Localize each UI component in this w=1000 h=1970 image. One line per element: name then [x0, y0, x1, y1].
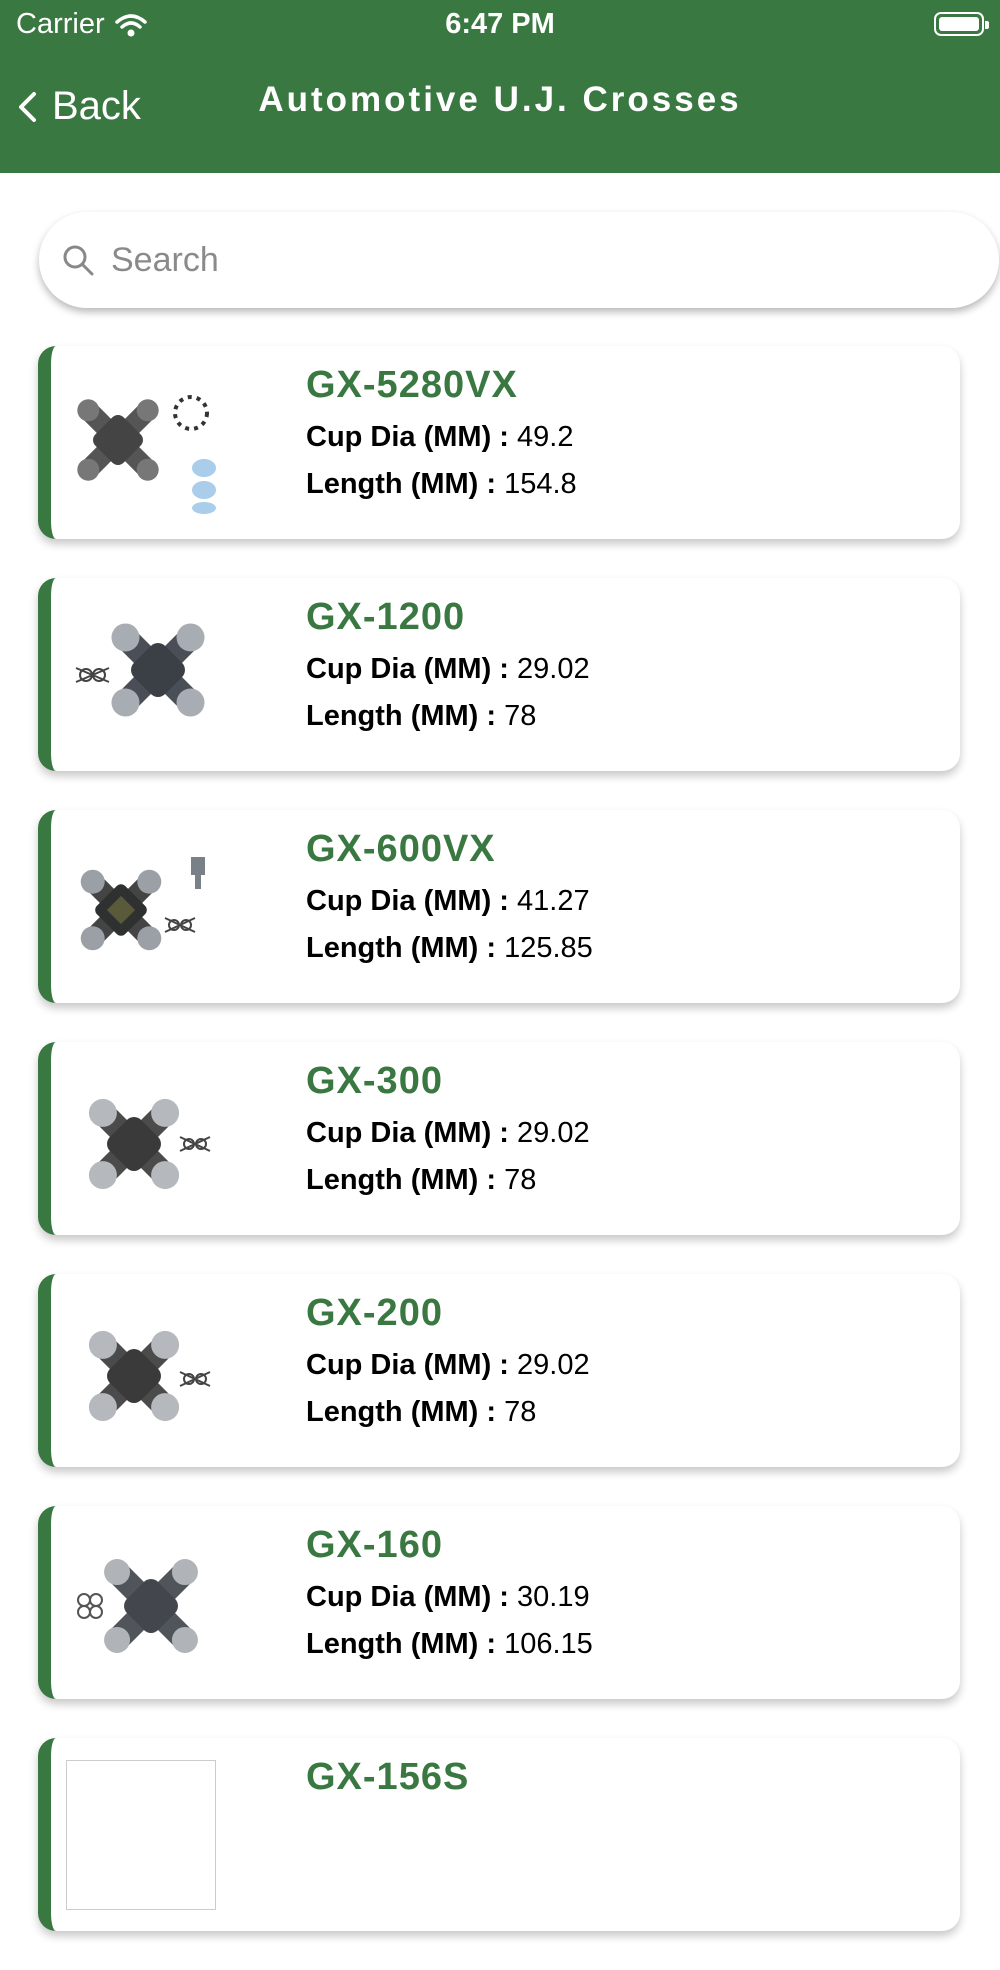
product-code: GX-200: [306, 1292, 443, 1334]
length-row: Length (MM) : 154.8: [306, 468, 577, 501]
cup-dia-label: Cup Dia (MM) :: [306, 1349, 509, 1381]
cup-dia-value: 30.19: [517, 1581, 590, 1613]
cup-dia-value: 29.02: [517, 1349, 590, 1381]
product-image: [66, 1760, 216, 1910]
product-code: GX-1200: [306, 596, 466, 638]
search-icon: [63, 245, 94, 276]
product-code: GX-160: [306, 1524, 443, 1566]
product-code: GX-600VX: [306, 828, 496, 870]
battery-icon: [934, 12, 989, 36]
cup-dia-row: Cup Dia (MM) : 41.27: [306, 885, 593, 918]
length-row: Length (MM) : 125.85: [306, 932, 593, 965]
cup-dia-value: 29.02: [517, 653, 590, 685]
cup-dia-row: Cup Dia (MM) : 29.02: [306, 653, 590, 686]
product-card[interactable]: GX-5280VX Cup Dia (MM) : 49.2 Length (MM…: [38, 346, 960, 539]
product-image: [77, 1559, 198, 1653]
nav-header: Carrier 6:47 PM Back Automotive U.J. Cro…: [0, 0, 1000, 173]
cup-dia-row: Cup Dia (MM) : 29.02: [306, 1349, 590, 1382]
length-value: 106.15: [504, 1628, 593, 1660]
search-input[interactable]: [109, 239, 913, 281]
length-row: Length (MM) : 78: [306, 1164, 590, 1197]
length-row: Length (MM) : 78: [306, 1396, 590, 1429]
length-label: Length (MM) :: [306, 1164, 497, 1196]
length-value: 78: [504, 1396, 537, 1428]
product-image: [75, 623, 205, 717]
product-card[interactable]: GX-200 Cup Dia (MM) : 29.02 Length (MM) …: [38, 1274, 960, 1467]
product-image: [77, 395, 216, 514]
page-title: Automotive U.J. Crosses: [258, 80, 742, 119]
length-value: 154.8: [504, 468, 577, 500]
cup-dia-row: Cup Dia (MM) : 29.02: [306, 1117, 590, 1150]
cup-dia-row: Cup Dia (MM) : 30.19: [306, 1581, 593, 1614]
cup-dia-row: Cup Dia (MM) : 49.2: [306, 421, 577, 454]
product-card[interactable]: GX-1200 Cup Dia (MM) : 29.02 Length (MM)…: [38, 578, 960, 771]
length-row: Length (MM) : 78: [306, 700, 590, 733]
product-code: GX-300: [306, 1060, 443, 1102]
status-time: 6:47 PM: [445, 8, 555, 40]
length-label: Length (MM) :: [306, 700, 497, 732]
product-card[interactable]: GX-160 Cup Dia (MM) : 30.19 Length (MM) …: [38, 1506, 960, 1699]
length-value: 78: [504, 700, 537, 732]
length-label: Length (MM) :: [306, 932, 497, 964]
cup-dia-label: Cup Dia (MM) :: [306, 653, 509, 685]
cup-dia-label: Cup Dia (MM) :: [306, 421, 509, 453]
length-label: Length (MM) :: [306, 468, 497, 500]
cup-dia-value: 29.02: [517, 1117, 590, 1149]
product-list: GX-5280VX Cup Dia (MM) : 49.2 Length (MM…: [0, 346, 1000, 1970]
product-card[interactable]: GX-600VX Cup Dia (MM) : 41.27 Length (MM…: [38, 810, 960, 1003]
length-value: 78: [504, 1164, 537, 1196]
product-card[interactable]: GX-156S: [38, 1738, 960, 1931]
cup-dia-label: Cup Dia (MM) :: [306, 1117, 509, 1149]
product-image: [88, 1330, 211, 1422]
cup-dia-value: 49.2: [517, 421, 574, 453]
product-image: [88, 1098, 211, 1190]
search-bar[interactable]: [39, 212, 999, 308]
product-image: [80, 857, 205, 951]
length-label: Length (MM) :: [306, 1628, 497, 1660]
status-bar: Carrier 6:47 PM: [0, 0, 1000, 50]
cup-dia-value: 41.27: [517, 885, 590, 917]
product-code: GX-5280VX: [306, 364, 518, 406]
length-value: 125.85: [504, 932, 593, 964]
cup-dia-label: Cup Dia (MM) :: [306, 1581, 509, 1613]
product-card[interactable]: GX-300 Cup Dia (MM) : 29.02 Length (MM) …: [38, 1042, 960, 1235]
length-label: Length (MM) :: [306, 1396, 497, 1428]
length-row: Length (MM) : 106.15: [306, 1628, 593, 1661]
cup-dia-label: Cup Dia (MM) :: [306, 885, 509, 917]
